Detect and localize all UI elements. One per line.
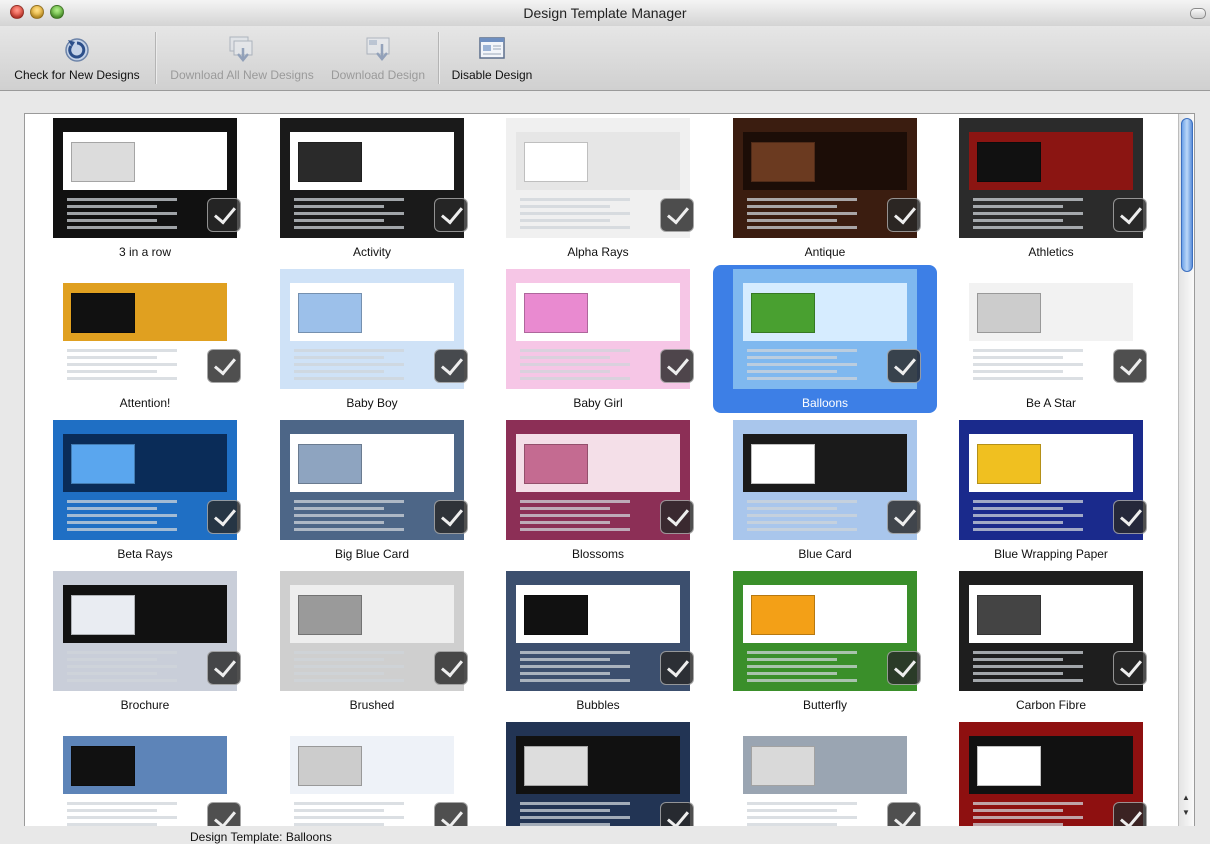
toolbar-separator: [155, 32, 157, 84]
toolbar-toggle-button[interactable]: [1190, 8, 1206, 19]
checkmark-icon[interactable]: [434, 651, 468, 685]
download-all-icon: [229, 36, 253, 62]
download-design-button[interactable]: Download Design: [322, 26, 434, 90]
design-tile[interactable]: Brochure: [33, 567, 259, 717]
download-icon: [366, 37, 390, 61]
toolbar: Check for New Designs Download All New D…: [0, 26, 1210, 91]
design-name-label: Athletics: [1028, 245, 1074, 259]
scrollbar-thumb[interactable]: [1181, 118, 1193, 272]
checkmark-icon[interactable]: [660, 802, 694, 826]
checkmark-icon[interactable]: [1113, 802, 1147, 826]
design-name-label: Balloons: [801, 396, 849, 410]
design-tile[interactable]: Baby Girl: [486, 265, 712, 415]
status-text: Design Template: Balloons: [190, 830, 332, 844]
checkmark-icon[interactable]: [207, 349, 241, 383]
checkmark-icon[interactable]: [887, 198, 921, 232]
checkmark-icon[interactable]: [1113, 198, 1147, 232]
download-all-new-designs-label: Download All New Designs: [170, 68, 314, 82]
design-name-label: 3 in a row: [118, 245, 172, 259]
checkmark-icon[interactable]: [887, 500, 921, 534]
design-name-label: Brushed: [349, 698, 395, 712]
design-tile[interactable]: Brushed: [260, 567, 486, 717]
design-name-label: Attention!: [119, 396, 171, 410]
checkmark-icon[interactable]: [1113, 500, 1147, 534]
design-tile[interactable]: Attention!: [33, 265, 259, 415]
checkmark-icon[interactable]: [207, 198, 241, 232]
checkmark-icon[interactable]: [660, 500, 694, 534]
design-tile[interactable]: Butterfly: [713, 567, 939, 717]
design-tile[interactable]: [486, 718, 712, 826]
checkmark-icon[interactable]: [207, 500, 241, 534]
checkmark-icon[interactable]: [660, 198, 694, 232]
footer-bar: [0, 826, 1210, 841]
vertical-scrollbar[interactable]: ▲ ▼: [1178, 114, 1194, 826]
design-tile[interactable]: Carbon Fibre: [939, 567, 1165, 717]
disable-design-label: Disable Design: [451, 68, 533, 82]
disable-design-icon: [479, 37, 505, 59]
design-name-label: Antique: [804, 245, 846, 259]
title-bar: Design Template Manager: [0, 0, 1210, 27]
design-tile[interactable]: [939, 718, 1165, 826]
window-title: Design Template Manager: [523, 5, 687, 21]
checkmark-icon[interactable]: [887, 349, 921, 383]
scroll-down-arrow[interactable]: ▼: [1182, 808, 1190, 817]
design-name-label: Brochure: [120, 698, 170, 712]
design-name-label: Blue Wrapping Paper: [994, 547, 1108, 561]
design-tile[interactable]: 3 in a row: [33, 114, 259, 264]
checkmark-icon[interactable]: [887, 651, 921, 685]
design-name-label: Beta Rays: [117, 547, 173, 561]
checkmark-icon[interactable]: [660, 349, 694, 383]
design-name-label: Be A Star: [1025, 396, 1077, 410]
design-name-label: Baby Boy: [346, 396, 398, 410]
disable-design-button[interactable]: Disable Design: [446, 26, 538, 90]
check-for-new-designs-label: Check for New Designs: [14, 68, 140, 82]
checkmark-icon[interactable]: [1113, 651, 1147, 685]
design-tile[interactable]: Big Blue Card: [260, 416, 486, 566]
checkmark-icon[interactable]: [207, 651, 241, 685]
toolbar-separator: [438, 32, 440, 84]
design-tile[interactable]: Beta Rays: [33, 416, 259, 566]
design-tile[interactable]: Alpha Rays: [486, 114, 712, 264]
design-name-label: Big Blue Card: [334, 547, 410, 561]
design-tile[interactable]: Antique: [713, 114, 939, 264]
design-grid[interactable]: 3 in a row Activity Alpha Rays Antique Athle…: [24, 113, 1195, 827]
design-tile[interactable]: Balloons: [713, 265, 939, 415]
design-tile[interactable]: Blue Card: [713, 416, 939, 566]
design-name-label: Blossoms: [571, 547, 624, 561]
design-tile[interactable]: Be A Star: [939, 265, 1165, 415]
download-design-label: Download Design: [330, 68, 426, 82]
design-tile[interactable]: Activity: [260, 114, 486, 264]
download-all-new-designs-button[interactable]: Download All New Designs: [164, 26, 320, 90]
checkmark-icon[interactable]: [434, 802, 468, 826]
design-tile[interactable]: [33, 718, 259, 826]
design-tile[interactable]: Blue Wrapping Paper: [939, 416, 1165, 566]
design-tile[interactable]: Baby Boy: [260, 265, 486, 415]
refresh-icon: [65, 38, 89, 62]
design-tile[interactable]: [713, 718, 939, 826]
design-name-label: Blue Card: [798, 547, 852, 561]
design-name-label: Carbon Fibre: [1015, 698, 1087, 712]
checkmark-icon[interactable]: [434, 198, 468, 232]
scroll-up-arrow[interactable]: ▲: [1182, 793, 1190, 802]
design-name-label: Bubbles: [576, 698, 620, 712]
design-tile[interactable]: [260, 718, 486, 826]
checkmark-icon[interactable]: [434, 500, 468, 534]
design-name-label: Baby Girl: [573, 396, 623, 410]
checkmark-icon[interactable]: [434, 349, 468, 383]
design-name-label: Activity: [352, 245, 391, 259]
design-tile[interactable]: Athletics: [939, 114, 1165, 264]
design-name-label: Butterfly: [802, 698, 847, 712]
design-tile[interactable]: Blossoms: [486, 416, 712, 566]
checkmark-icon[interactable]: [207, 802, 241, 826]
checkmark-icon[interactable]: [660, 651, 694, 685]
checkmark-icon[interactable]: [887, 802, 921, 826]
checkmark-icon[interactable]: [1113, 349, 1147, 383]
check-for-new-designs-button[interactable]: Check for New Designs: [6, 26, 148, 90]
design-tile[interactable]: Bubbles: [486, 567, 712, 717]
design-name-label: Alpha Rays: [567, 245, 629, 259]
